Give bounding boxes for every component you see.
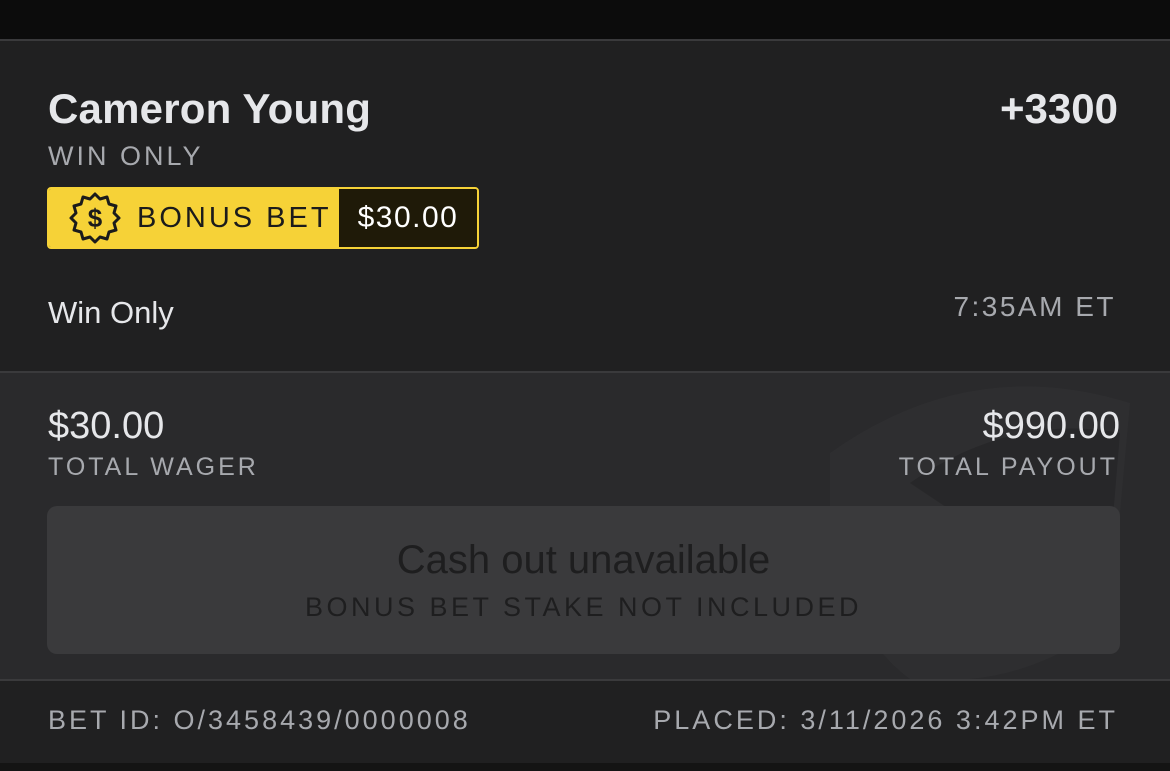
selection-section: Cameron Young +3300 WIN ONLY $ BONUS BET… (0, 41, 1170, 371)
odds-value: +3300 (1000, 85, 1118, 132)
total-payout-label: TOTAL PAYOUT (898, 453, 1118, 481)
cash-out-button[interactable]: Cash out unavailable BONUS BET STAKE NOT… (47, 506, 1120, 654)
bonus-bet-badge: $ BONUS BET $30.00 (47, 187, 479, 249)
leg-label: Win Only (48, 295, 174, 330)
bonus-bet-label-area: $ BONUS BET (49, 189, 339, 247)
bet-card[interactable]: Cameron Young +3300 WIN ONLY $ BONUS BET… (0, 39, 1170, 763)
total-wager-label: TOTAL WAGER (48, 453, 259, 481)
total-wager-amount: $30.00 (48, 405, 165, 447)
bet-id: BET ID: O/3458439/0000008 (48, 705, 471, 735)
dollar-badge-icon: $ (67, 190, 123, 246)
total-payout-amount: $990.00 (982, 405, 1120, 447)
bonus-bet-label: BONUS BET (137, 201, 332, 234)
cash-out-title: Cash out unavailable (396, 538, 771, 582)
top-bar (0, 0, 1170, 39)
totals-section: $30.00 TOTAL WAGER $990.00 TOTAL PAYOUT … (0, 373, 1170, 679)
svg-text:$: $ (88, 203, 103, 233)
bonus-bet-amount: $30.00 (339, 189, 477, 247)
event-time: 7:35AM ET (953, 291, 1116, 322)
cash-out-subtitle: BONUS BET STAKE NOT INCLUDED (304, 592, 863, 622)
bet-footer: BET ID: O/3458439/0000008 PLACED: 3/11/2… (0, 681, 1170, 763)
market-type: WIN ONLY (48, 141, 204, 171)
placed-timestamp: PLACED: 3/11/2026 3:42PM ET (653, 705, 1118, 735)
player-name: Cameron Young (48, 85, 372, 132)
